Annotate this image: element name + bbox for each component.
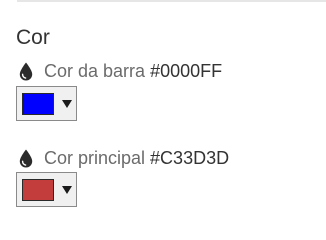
water-drop-icon [18,61,34,81]
section-title: Cor [16,26,50,49]
main-color-swatch [22,179,54,201]
top-divider [17,0,326,2]
dropdown-arrow-icon [62,186,72,194]
main-color-picker[interactable] [16,172,77,207]
dropdown-arrow-icon [62,100,72,108]
water-drop-icon [18,148,34,168]
bar-color-hex-value: #0000FF [150,61,223,81]
main-color-label: Cor principal #C33D3D [18,146,229,170]
bar-color-label-text: Cor da barra [44,61,146,81]
bar-color-label: Cor da barra #0000FF [18,59,222,83]
color-settings-panel: Cor Cor da barra #0000FF Cor principal #… [0,0,326,225]
bar-color-swatch [22,93,54,115]
bar-color-picker[interactable] [16,86,77,121]
main-color-hex-value: #C33D3D [150,148,230,168]
main-color-label-text: Cor principal [44,148,146,168]
